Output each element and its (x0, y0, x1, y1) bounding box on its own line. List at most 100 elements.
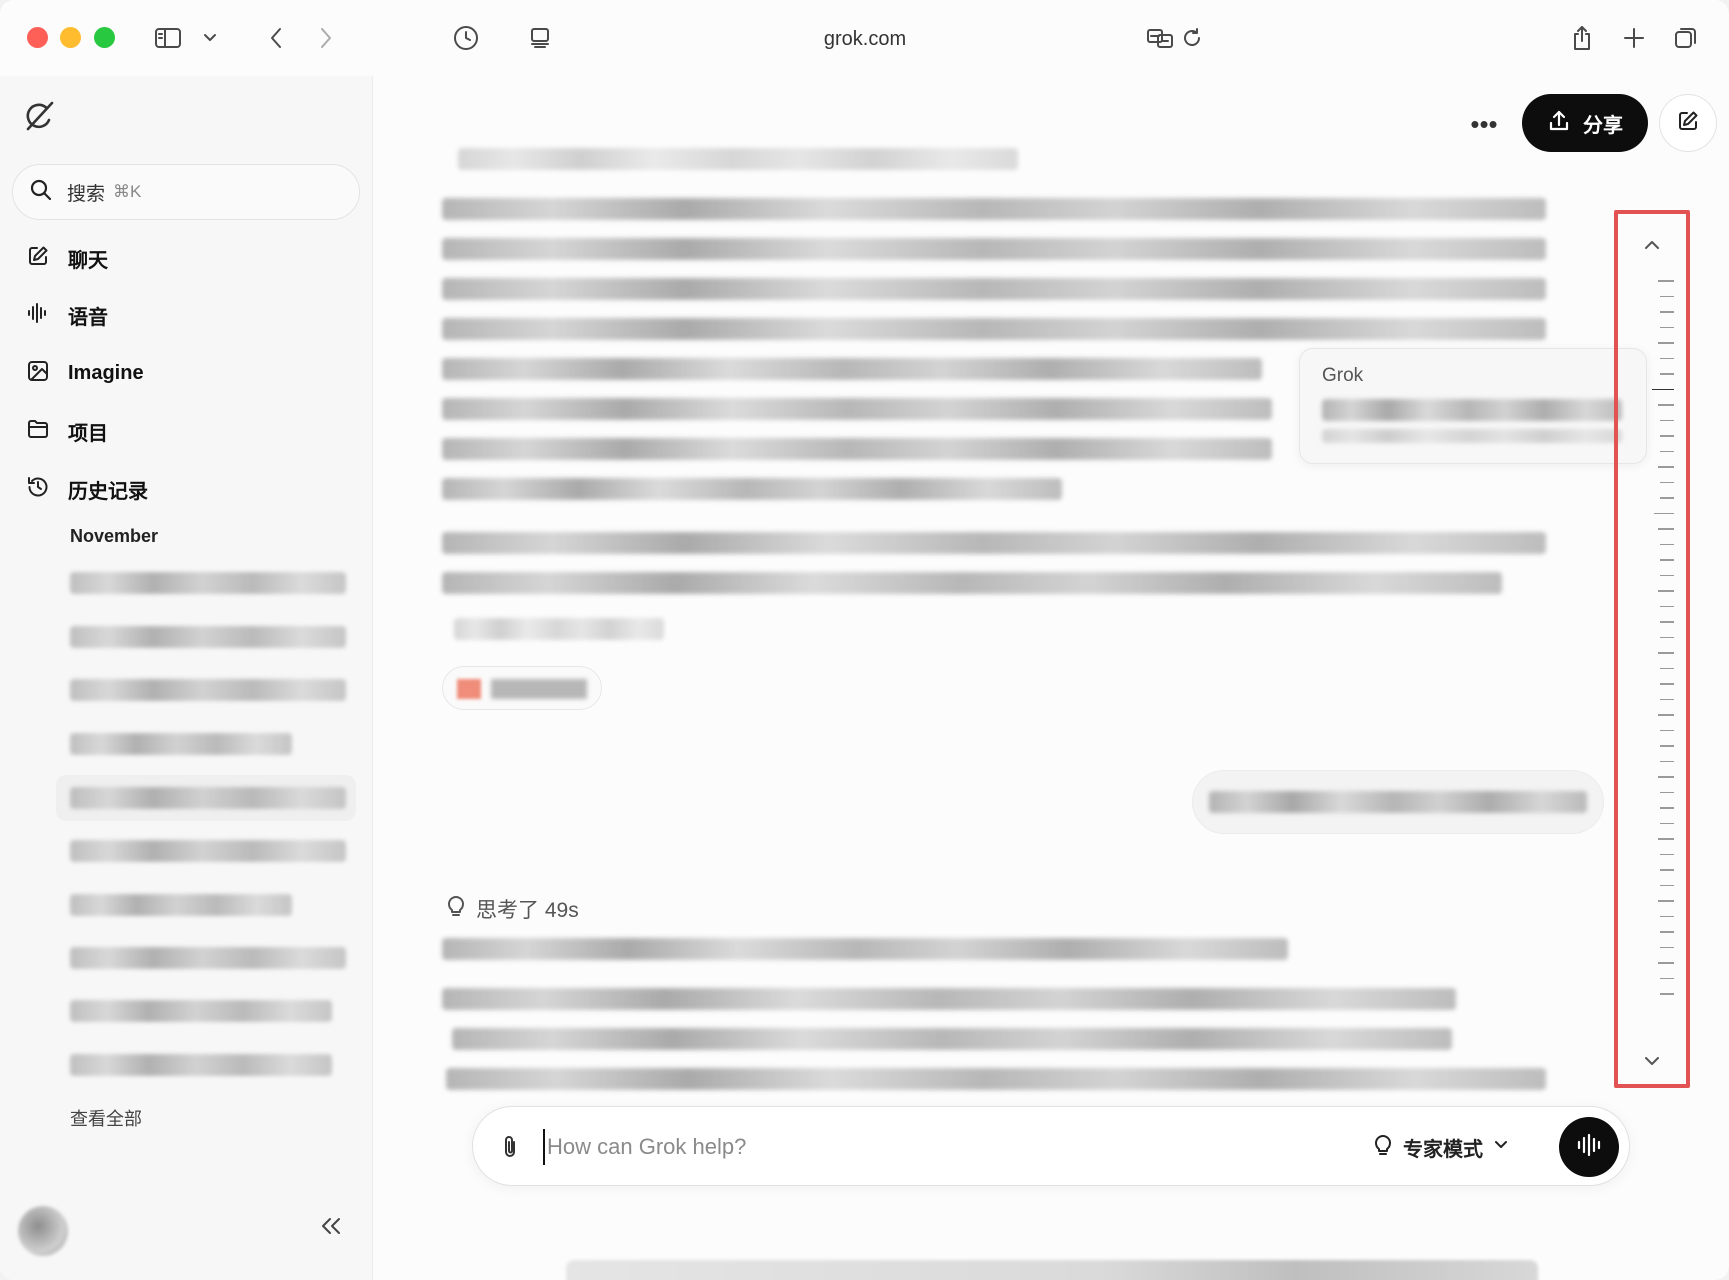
navigator-tick[interactable] (1660, 745, 1674, 747)
voice-mode-button[interactable] (1559, 1117, 1619, 1177)
history-item[interactable] (56, 935, 356, 981)
navigator-tick[interactable] (1660, 807, 1674, 809)
sidebar-item-projects[interactable]: 项目 (26, 414, 108, 448)
history-item[interactable] (56, 988, 356, 1034)
navigator-tick[interactable] (1660, 683, 1674, 685)
new-chat-button[interactable] (1659, 94, 1717, 152)
navigator-tick[interactable] (1660, 357, 1674, 359)
navigator-tick[interactable] (1660, 698, 1674, 700)
share-button[interactable]: 分享 (1522, 94, 1648, 152)
history-item[interactable] (56, 614, 356, 660)
navigator-tick[interactable] (1660, 729, 1674, 731)
grok-logo-icon[interactable] (22, 98, 58, 134)
navigator-tick[interactable] (1660, 419, 1674, 421)
navigator-tick[interactable] (1660, 435, 1674, 437)
navigator-tick[interactable] (1660, 884, 1674, 886)
navigator-tick[interactable] (1660, 543, 1674, 545)
history-clock-icon[interactable] (450, 22, 482, 54)
reload-icon[interactable] (1177, 22, 1207, 54)
sidebar-toggle-icon[interactable] (150, 22, 186, 54)
navigator-tick[interactable] (1660, 931, 1674, 933)
navigator-tick[interactable] (1652, 388, 1674, 390)
translate-icon[interactable] (1145, 22, 1175, 54)
navigator-tick[interactable] (1660, 915, 1674, 917)
source-chip[interactable] (442, 666, 602, 710)
share-label: 分享 (1583, 114, 1623, 137)
more-options-icon[interactable]: ••• (1464, 104, 1504, 144)
history-item[interactable] (56, 828, 356, 874)
navigator-tick[interactable] (1660, 636, 1674, 638)
sidebar-item-imagine[interactable]: Imagine (26, 356, 144, 390)
navigator-tick[interactable] (1658, 652, 1674, 654)
tab-overview-icon[interactable] (1670, 22, 1702, 54)
avatar[interactable] (18, 1206, 68, 1256)
zoom-window-button[interactable] (94, 27, 115, 48)
url-text: grok.com (823, 28, 907, 50)
navigator-tick[interactable] (1658, 714, 1674, 716)
conversation-navigator[interactable] (1614, 210, 1690, 1088)
chevron-down-icon[interactable] (198, 22, 222, 54)
navigator-tick[interactable] (1660, 311, 1674, 313)
thought-toggle[interactable]: 思考了 49s (446, 894, 579, 924)
navigator-tick[interactable] (1658, 900, 1674, 902)
history-item[interactable] (56, 560, 356, 606)
navigator-tick[interactable] (1658, 466, 1674, 468)
navigator-tick[interactable] (1658, 838, 1674, 840)
navigator-tick[interactable] (1660, 326, 1674, 328)
navigator-tick[interactable] (1660, 574, 1674, 576)
sidebar-item-history[interactable]: 历史记录 (26, 472, 148, 506)
navigator-tick[interactable] (1660, 822, 1674, 824)
navigator-tick[interactable] (1660, 977, 1674, 979)
navigator-tick[interactable] (1660, 853, 1674, 855)
view-all-link[interactable]: 查看全部 (70, 1105, 142, 1131)
back-button[interactable] (262, 22, 290, 54)
mode-label: 专家模式 (1403, 1138, 1483, 1161)
message-input[interactable] (543, 1129, 1143, 1165)
navigator-tick[interactable] (1660, 450, 1674, 452)
navigator-tick[interactable] (1658, 404, 1674, 406)
navigator-tick[interactable] (1658, 776, 1674, 778)
thought-duration: 思考了 49s (476, 899, 579, 922)
navigator-tick[interactable] (1660, 621, 1674, 623)
navigator-tick[interactable] (1654, 512, 1674, 514)
navigator-tick[interactable] (1660, 373, 1674, 375)
navigator-tick[interactable] (1660, 993, 1674, 995)
sidebar-item-voice[interactable]: 语音 (26, 298, 108, 332)
navigator-tick[interactable] (1660, 605, 1674, 607)
navigator-tick[interactable] (1658, 962, 1674, 964)
navigator-tick[interactable] (1660, 295, 1674, 297)
navigator-tick[interactable] (1660, 497, 1674, 499)
address-bar[interactable]: grok.com (515, 16, 1215, 60)
chevron-down-icon[interactable] (1642, 1054, 1662, 1073)
history-item[interactable] (56, 667, 356, 713)
navigator-tick[interactable] (1660, 946, 1674, 948)
search-icon (29, 178, 53, 207)
search-button[interactable]: 搜索 ⌘K (12, 164, 360, 220)
navigator-tick[interactable] (1660, 869, 1674, 871)
navigator-tick[interactable] (1660, 760, 1674, 762)
navigator-tick[interactable] (1658, 590, 1674, 592)
mode-selector[interactable]: 专家模式 (1373, 1129, 1509, 1165)
history-item[interactable] (56, 1042, 356, 1088)
history-item[interactable] (56, 721, 356, 767)
history-item[interactable] (56, 775, 356, 821)
chat-main: ••• 分享 思考了 49s Grok How can Grok help? 专… (374, 76, 1729, 1280)
navigator-tick[interactable] (1658, 280, 1674, 282)
navigator-tick[interactable] (1660, 559, 1674, 561)
share-page-icon[interactable] (1566, 22, 1598, 54)
minimize-window-button[interactable] (60, 27, 81, 48)
sidebar-item-label: 项目 (68, 422, 108, 445)
attach-icon[interactable] (501, 1133, 519, 1166)
navigator-tick[interactable] (1658, 342, 1674, 344)
new-tab-icon[interactable] (1618, 22, 1650, 54)
navigator-tick[interactable] (1660, 481, 1674, 483)
forward-button[interactable] (312, 22, 340, 54)
sidebar-item-chat[interactable]: 聊天 (26, 241, 108, 275)
navigator-tick[interactable] (1660, 667, 1674, 669)
navigator-tick[interactable] (1658, 528, 1674, 530)
navigator-tick[interactable] (1660, 791, 1674, 793)
history-item[interactable] (56, 882, 356, 928)
chevron-up-icon[interactable] (1642, 238, 1662, 257)
collapse-sidebar-icon[interactable] (320, 1216, 342, 1241)
close-window-button[interactable] (27, 27, 48, 48)
